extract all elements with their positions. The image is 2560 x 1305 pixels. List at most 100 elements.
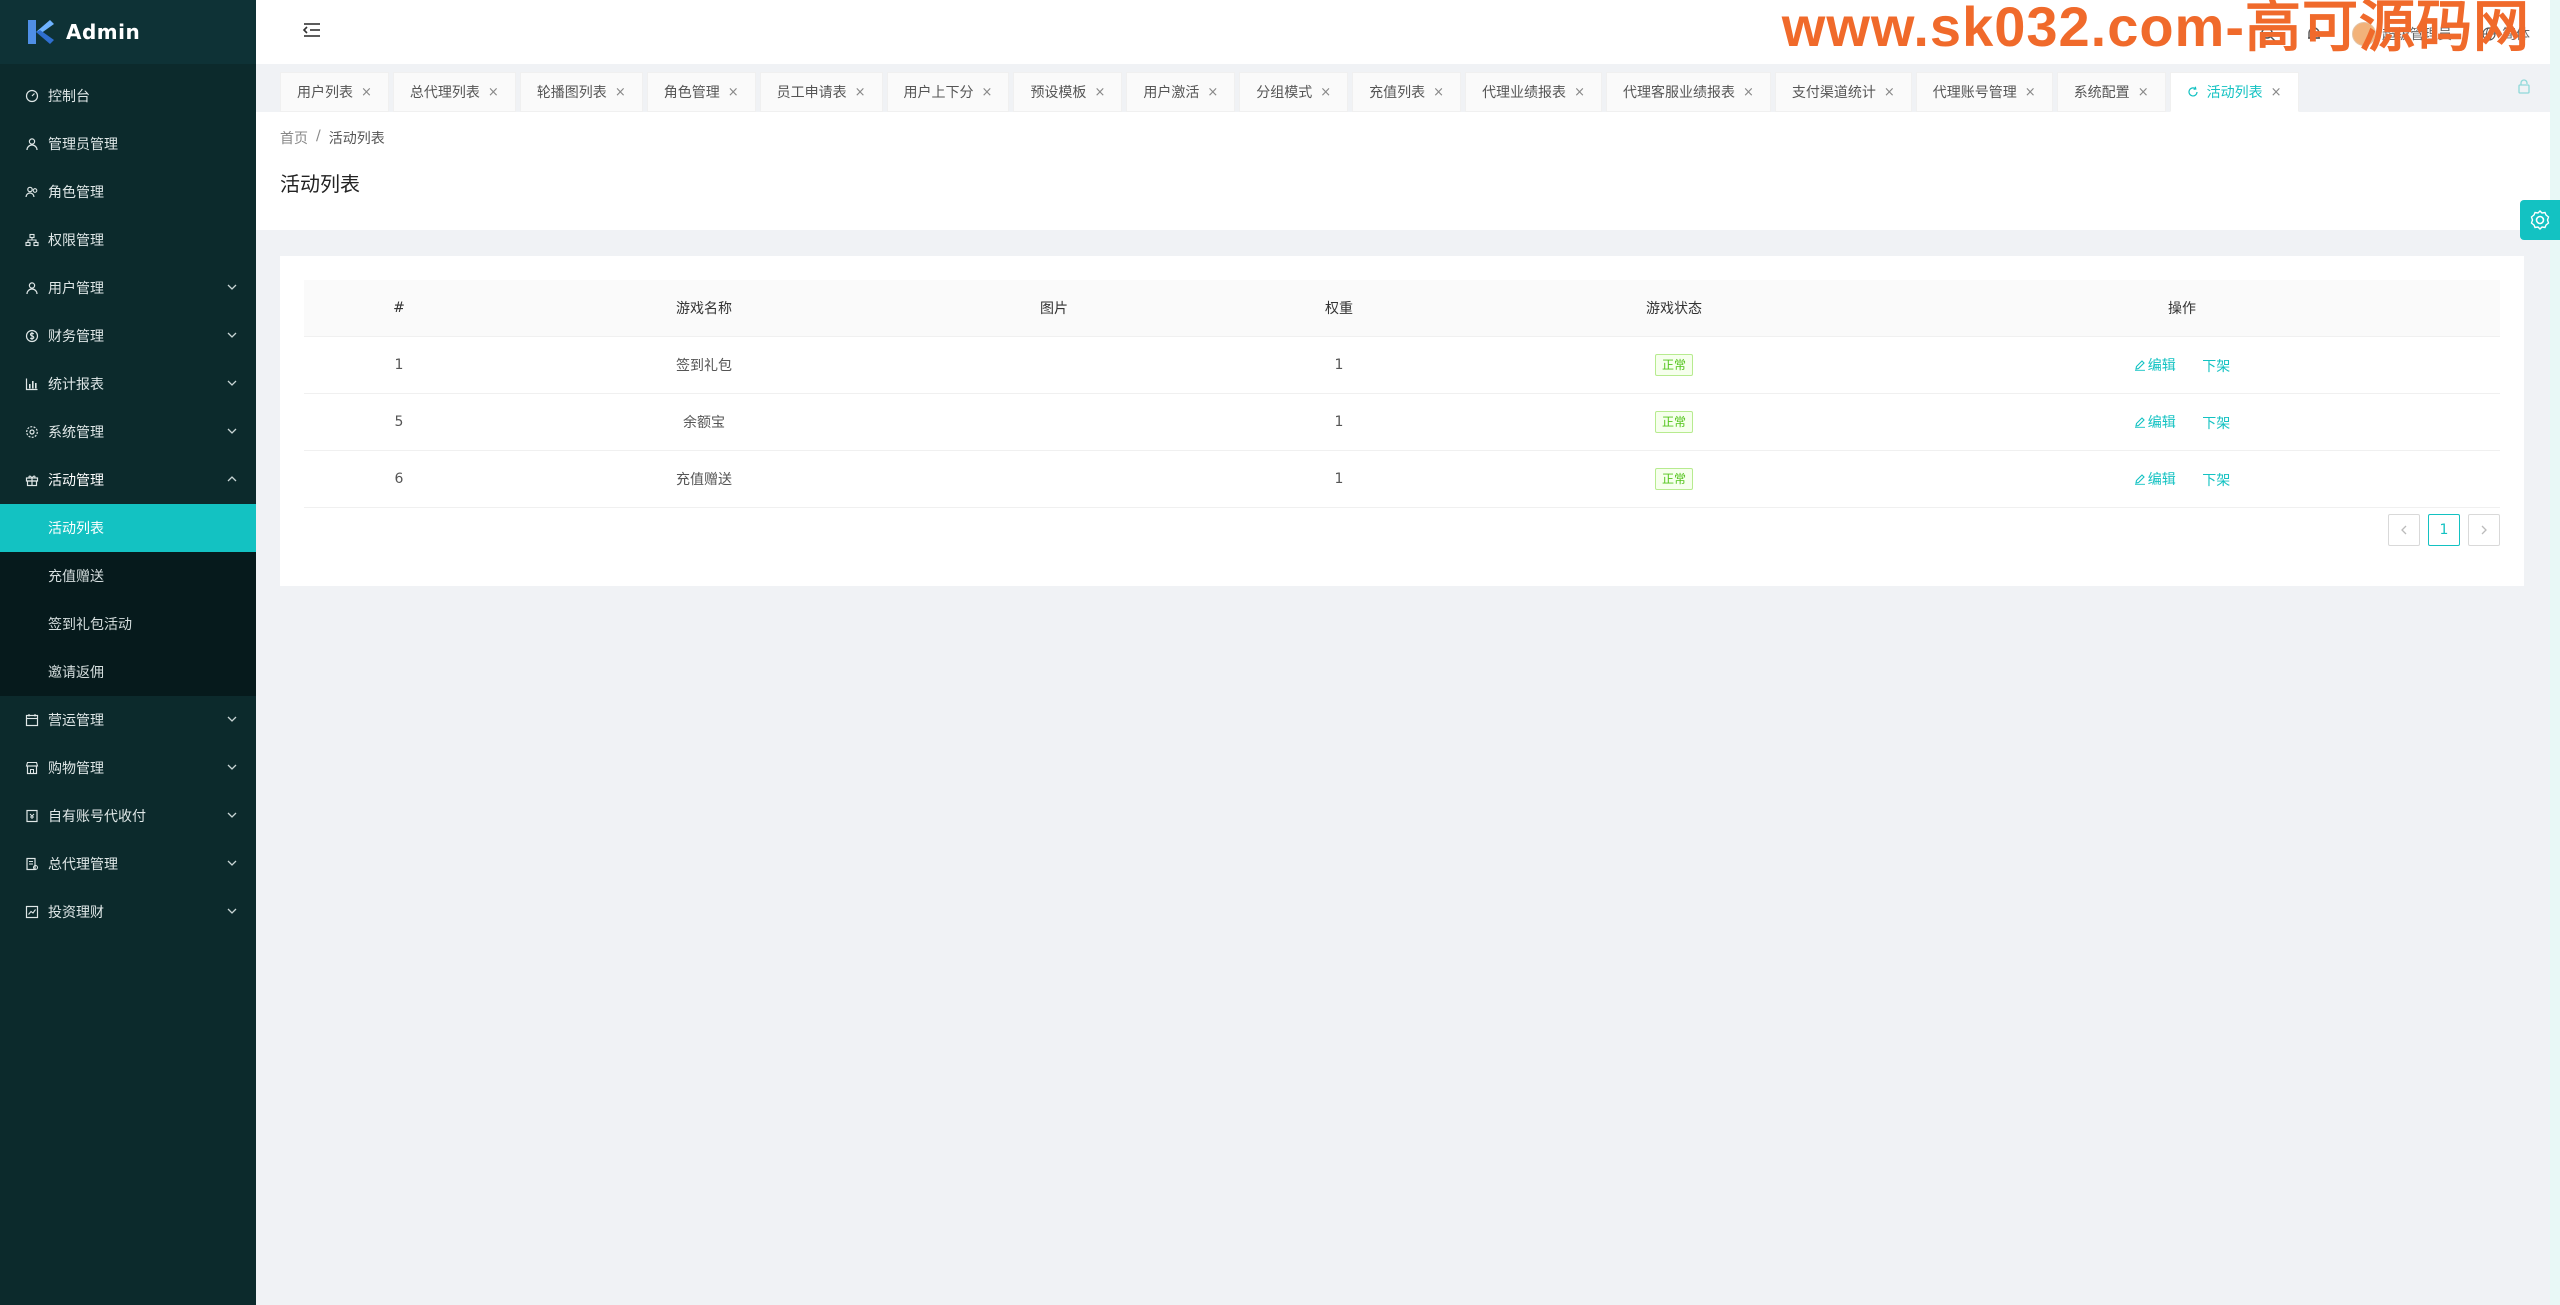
close-icon[interactable]: × (615, 85, 626, 100)
close-icon[interactable]: × (1884, 85, 1895, 100)
tab-3[interactable]: 角色管理 × (646, 72, 756, 112)
sidebar-item-12[interactable]: 总代理管理 (0, 840, 256, 888)
offline-button[interactable]: 下架 (2202, 470, 2230, 490)
sidebar-item-11[interactable]: 自有账号代收付 (0, 792, 256, 840)
close-icon[interactable]: × (2271, 85, 2282, 100)
edit-button[interactable]: 编辑 (2134, 412, 2176, 432)
logo[interactable]: Admin (0, 0, 256, 64)
column-header: 操作 (1864, 280, 2500, 337)
close-icon[interactable]: × (1207, 85, 1218, 100)
gift-icon-wrap (24, 472, 40, 488)
sidebar-item-6[interactable]: 统计报表 (0, 360, 256, 408)
menu-fold-icon[interactable] (302, 20, 322, 40)
close-icon[interactable]: × (728, 85, 739, 100)
tab-label: 总代理列表 (409, 85, 480, 101)
apartment-icon (25, 233, 39, 247)
close-icon[interactable]: × (1433, 85, 1444, 100)
sidebar-item-7[interactable]: 系统管理 (0, 408, 256, 456)
sidebar-item-5[interactable]: 财务管理 (0, 312, 256, 360)
sidebar-item-0[interactable]: 控制台 (0, 72, 256, 120)
sidebar-item-label: 总代理管理 (48, 857, 118, 873)
edit-label: 编辑 (2147, 471, 2176, 488)
sidebar-item-13[interactable]: 投资理财 (0, 888, 256, 936)
offline-label: 下架 (2202, 472, 2231, 489)
tab-15[interactable]: 活动列表 × (2169, 72, 2299, 112)
tab-label: 代理客服业绩报表 (1622, 85, 1735, 101)
column-header: 图片 (914, 280, 1194, 337)
logo-icon (28, 20, 54, 44)
fund-icon-wrap (24, 904, 40, 920)
sidebar-item-label: 统计报表 (48, 377, 104, 393)
edit-button[interactable]: 编辑 (2134, 469, 2176, 489)
tab-14[interactable]: 系统配置 × (2056, 72, 2166, 112)
activity-table: # 游戏名称 图片 权重 游戏状态 操作 1 签到礼包 1 正常 编辑 下架 5 余额宝 … (304, 280, 2500, 508)
tab-13[interactable]: 代理账号管理 × (1915, 72, 2053, 112)
tab-8[interactable]: 分组模式 × (1239, 72, 1349, 112)
prev-page-button[interactable] (2388, 514, 2420, 546)
offline-button[interactable]: 下架 (2202, 356, 2230, 376)
sidebar-item-2[interactable]: 角色管理 (0, 168, 256, 216)
column-header: 权重 (1194, 280, 1484, 337)
cell-image (914, 450, 1194, 508)
watermark: www.sk032.com-高可源码网 (1781, 0, 2530, 58)
tab-11[interactable]: 代理客服业绩报表 × (1605, 72, 1771, 112)
tab-0[interactable]: 用户列表 × (280, 72, 389, 112)
tab-6[interactable]: 预设模板 × (1013, 72, 1123, 112)
tab-5[interactable]: 用户上下分 × (886, 72, 1010, 112)
tab-label: 活动列表 (2206, 85, 2263, 101)
cell-name: 签到礼包 (494, 336, 914, 394)
tab-label: 用户激活 (1143, 85, 1200, 101)
close-icon[interactable]: × (361, 85, 372, 100)
account-book-icon (26, 809, 38, 823)
close-icon[interactable]: × (488, 85, 499, 100)
tab-7[interactable]: 用户激活 × (1126, 72, 1236, 112)
breadcrumb-current: 活动列表 (328, 131, 385, 147)
cell-image (914, 336, 1194, 394)
tab-4[interactable]: 员工申请表 × (759, 72, 883, 112)
tab-12[interactable]: 支付渠道统计 × (1774, 72, 1912, 112)
sidebar-subitem-1[interactable]: 充值赠送 (0, 552, 256, 600)
sidebar-subitem-3[interactable]: 邀请返佣 (0, 648, 256, 696)
tab-9[interactable]: 充值列表 × (1352, 72, 1462, 112)
tab-1[interactable]: 总代理列表 × (392, 72, 516, 112)
chevron-down-icon (227, 380, 237, 386)
sidebar-item-10[interactable]: 购物管理 (0, 744, 256, 792)
lock-icon[interactable] (2516, 78, 2532, 94)
column-header: # (304, 280, 494, 337)
sidebar-item-label: 购物管理 (48, 761, 104, 777)
breadcrumb-home[interactable]: 首页 (280, 128, 308, 148)
close-icon[interactable]: × (2025, 85, 2036, 100)
next-page-button[interactable] (2468, 514, 2500, 546)
close-icon[interactable]: × (1094, 85, 1105, 100)
sidebar-item-4[interactable]: 用户管理 (0, 264, 256, 312)
sidebar-subitem-0[interactable]: 活动列表 (0, 504, 256, 552)
tab-label: 代理账号管理 (1932, 85, 2017, 101)
offline-label: 下架 (2202, 358, 2231, 375)
apartment-icon-wrap (24, 232, 40, 248)
reload-icon[interactable] (2187, 86, 2199, 98)
sidebar-item-1[interactable]: 管理员管理 (0, 120, 256, 168)
table-row: 1 签到礼包 1 正常 编辑 下架 (304, 336, 2500, 394)
tab-10[interactable]: 代理业绩报表 × (1465, 72, 1602, 112)
tab-2[interactable]: 轮播图列表 × (519, 72, 643, 112)
edit-icon (2134, 359, 2145, 371)
sidebar-subitem-2[interactable]: 签到礼包活动 (0, 600, 256, 648)
edit-button[interactable]: 编辑 (2134, 355, 2176, 375)
column-header: 游戏名称 (494, 280, 914, 337)
sidebar-item-9[interactable]: 营运管理 (0, 696, 256, 744)
offline-button[interactable]: 下架 (2202, 413, 2230, 433)
close-icon[interactable]: × (2138, 85, 2149, 100)
close-icon[interactable]: × (1320, 85, 1331, 100)
chevron-down-icon (227, 860, 237, 866)
close-icon[interactable]: × (1574, 85, 1585, 100)
page-button[interactable]: 1 (2428, 514, 2460, 546)
close-icon[interactable]: × (1743, 85, 1754, 100)
bar-chart-icon (25, 378, 38, 391)
close-icon[interactable]: × (982, 85, 993, 100)
sidebar-item-3[interactable]: 权限管理 (0, 216, 256, 264)
settings-button[interactable] (2520, 200, 2560, 240)
user-icon-wrap (24, 136, 40, 152)
sidebar-item-8[interactable]: 活动管理 (0, 456, 256, 504)
sidebar-subitem-label: 活动列表 (48, 521, 104, 537)
close-icon[interactable]: × (855, 85, 866, 100)
